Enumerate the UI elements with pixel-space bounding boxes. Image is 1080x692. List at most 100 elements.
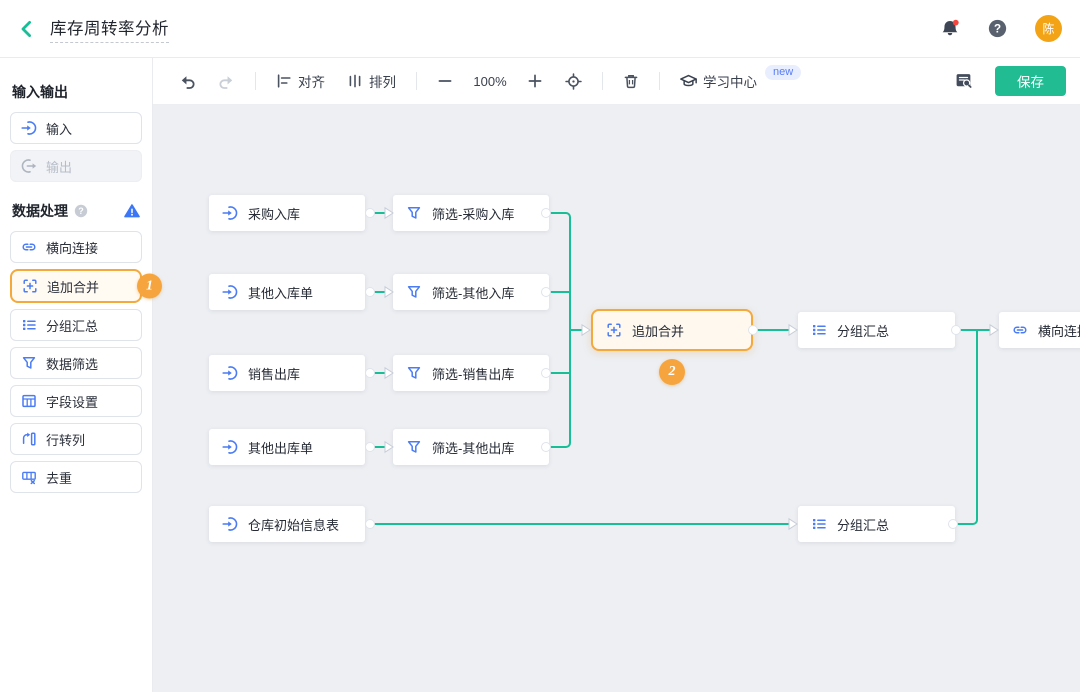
minus-icon [437, 73, 453, 89]
connection-port[interactable] [366, 520, 375, 529]
append-merge-icon [606, 322, 622, 338]
toolbar-divider [416, 72, 417, 90]
node-horizontal-join[interactable]: 横向连接 [999, 312, 1080, 348]
field-settings-icon [21, 393, 37, 409]
user-avatar[interactable]: 陈 [1035, 15, 1062, 42]
learning-center-button[interactable]: 学习中心 new [676, 67, 805, 95]
node-input-warehouse-initial[interactable]: 仓库初始信息表 [209, 506, 365, 542]
sidebar-item-row-to-column[interactable]: 行转列 [10, 423, 142, 455]
filter-icon [406, 439, 422, 455]
node-label: 筛选-其他出库 [432, 438, 514, 457]
node-filter-purchase-inbound[interactable]: 筛选-采购入库 [393, 195, 549, 231]
sidebar-item-output: 输出 [10, 150, 142, 182]
node-input-other-outbound[interactable]: 其他出库单 [209, 429, 365, 465]
node-label: 分组汇总 [837, 321, 889, 340]
io-section-title: 输入输出 [12, 82, 140, 102]
filter-icon [406, 365, 422, 381]
node-label: 分组汇总 [837, 515, 889, 534]
new-badge: new [765, 65, 801, 80]
connection-port[interactable] [366, 369, 375, 378]
sidebar-item-label: 字段设置 [46, 392, 98, 411]
input-icon [222, 205, 238, 221]
link-icon [21, 239, 37, 255]
zoom-out-button[interactable] [433, 69, 457, 93]
sidebar-item-field-settings[interactable]: 字段设置 [10, 385, 142, 417]
node-filter-sales-outbound[interactable]: 筛选-销售出库 [393, 355, 549, 391]
back-button[interactable] [14, 16, 40, 42]
append-merge-icon [22, 278, 38, 294]
node-label: 筛选-销售出库 [432, 364, 514, 383]
node-filter-other-outbound[interactable]: 筛选-其他出库 [393, 429, 549, 465]
sidebar-item-label: 横向连接 [46, 238, 98, 257]
sidebar-item-dedupe[interactable]: 去重 [10, 461, 142, 493]
processing-section-title: 数据处理 ? [12, 201, 140, 221]
node-input-purchase-inbound[interactable]: 采购入库 [209, 195, 365, 231]
arrange-label: 排列 [369, 71, 396, 91]
processing-section-label: 数据处理 [12, 201, 68, 221]
notifications-button[interactable] [940, 19, 960, 38]
learning-center-label: 学习中心 [703, 71, 757, 91]
connection-port[interactable] [366, 209, 375, 218]
sidebar-item-group-summary[interactable]: 分组汇总 [10, 309, 142, 341]
svg-text:?: ? [78, 206, 84, 216]
node-input-other-inbound[interactable]: 其他入库单 [209, 274, 365, 310]
sidebar-item-data-filter[interactable]: 数据筛选 [10, 347, 142, 379]
back-chevron-icon [17, 19, 37, 39]
sidebar-item-label: 分组汇总 [46, 316, 98, 335]
help-button[interactable]: ? [988, 19, 1007, 38]
bell-icon [940, 19, 960, 38]
delete-button[interactable] [619, 69, 643, 93]
question-mark-icon: ? [988, 19, 1007, 38]
preview-icon [955, 72, 973, 90]
node-filter-other-inbound[interactable]: 筛选-其他入库 [393, 274, 549, 310]
svg-text:?: ? [994, 23, 1001, 36]
sidebar-item-append-merge[interactable]: 追加合并 1 [10, 269, 142, 303]
section-help-icon[interactable]: ? [74, 204, 88, 218]
sidebar-item-horizontal-join[interactable]: 横向连接 [10, 231, 142, 263]
page-title[interactable]: 库存周转率分析 [50, 15, 169, 43]
align-icon [276, 73, 292, 89]
arrange-button[interactable]: 排列 [343, 67, 400, 95]
sidebar-item-label: 去重 [46, 468, 72, 487]
node-label: 筛选-其他入库 [432, 283, 514, 302]
filter-icon [406, 284, 422, 300]
node-group-summary-top[interactable]: 分组汇总 [798, 312, 955, 348]
node-label: 销售出库 [248, 364, 300, 383]
node-label: 横向连接 [1038, 321, 1080, 340]
connection-port[interactable] [366, 443, 375, 452]
toolbar-divider [602, 72, 603, 90]
group-summary-icon [21, 317, 37, 333]
graduation-cap-icon [680, 73, 697, 90]
locate-button[interactable] [561, 69, 586, 94]
group-summary-icon [811, 516, 827, 532]
data-preview-button[interactable] [951, 68, 977, 94]
zoom-level[interactable]: 100% [467, 74, 513, 89]
zoom-in-button[interactable] [523, 69, 547, 93]
input-icon [222, 284, 238, 300]
step-2-badge: 2 [659, 359, 685, 385]
dedupe-icon [21, 469, 37, 485]
node-append-merge[interactable]: 追加合并 [591, 309, 753, 351]
warning-triangle-icon[interactable] [124, 203, 140, 219]
connection-port[interactable] [366, 288, 375, 297]
node-group-summary-bottom[interactable]: 分组汇总 [798, 506, 955, 542]
align-button[interactable]: 对齐 [272, 67, 329, 95]
flow-canvas[interactable]: 采购入库 筛选-采购入库 其他入库单 筛选-其他入库 销售出库 筛选-销售出库 [153, 105, 1080, 692]
sidebar-item-label: 输出 [46, 157, 72, 176]
sidebar-item-label: 输入 [46, 119, 72, 138]
node-input-sales-outbound[interactable]: 销售出库 [209, 355, 365, 391]
sidebar: 输入输出 输入 输出 数据处理 ? [0, 58, 153, 692]
filter-icon [21, 355, 37, 371]
sidebar-item-input[interactable]: 输入 [10, 112, 142, 144]
filter-icon [406, 205, 422, 221]
undo-button[interactable] [175, 69, 200, 94]
redo-icon [218, 73, 235, 90]
toolbar-divider [255, 72, 256, 90]
input-icon [222, 516, 238, 532]
save-button[interactable]: 保存 [995, 66, 1066, 96]
redo-button [214, 69, 239, 94]
io-section-label: 输入输出 [12, 82, 68, 102]
input-icon [222, 439, 238, 455]
group-summary-icon [811, 322, 827, 338]
trash-icon [623, 73, 639, 89]
